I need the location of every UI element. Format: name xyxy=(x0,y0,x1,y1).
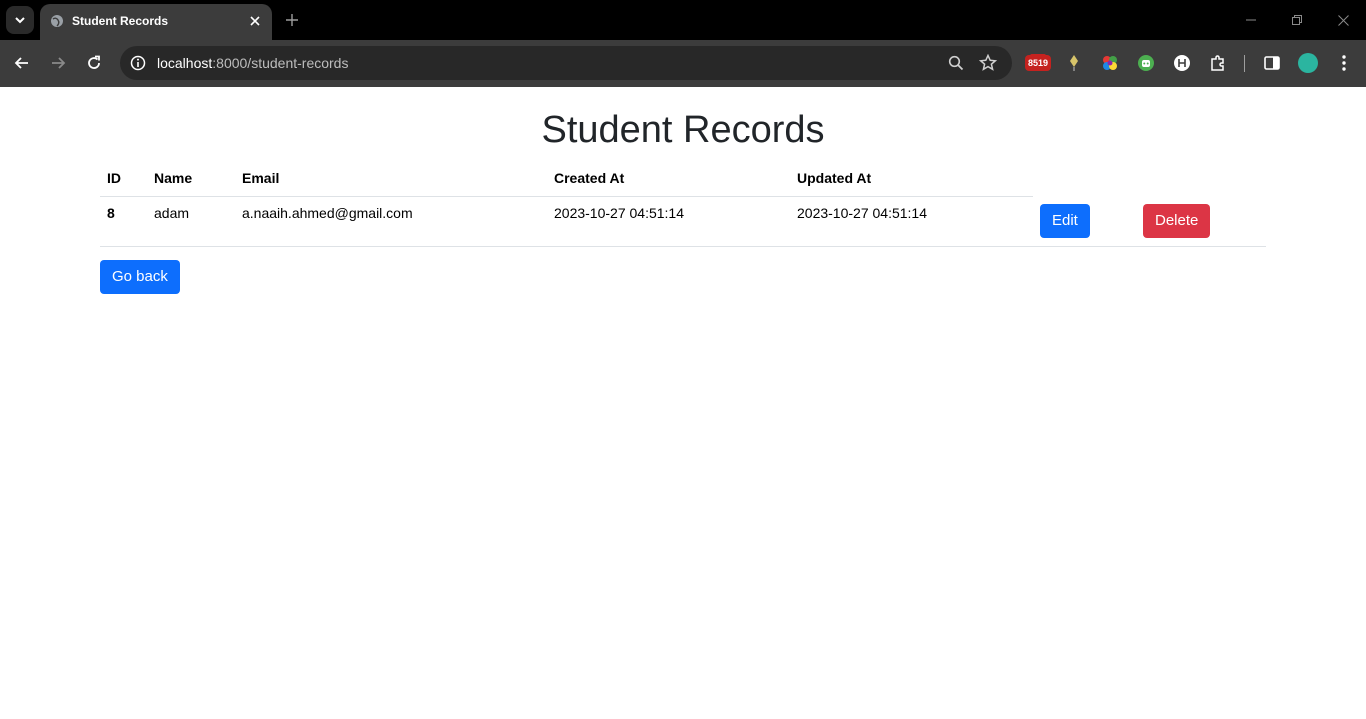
delete-button[interactable]: Delete xyxy=(1143,204,1211,238)
info-icon xyxy=(130,55,146,71)
table-header-row: ID Name Email Created At Updated At xyxy=(100,161,1266,197)
restore-button[interactable] xyxy=(1282,6,1312,34)
cell-updated-at: 2023-10-27 04:51:14 xyxy=(790,196,1033,247)
edit-button[interactable]: Edit xyxy=(1040,204,1090,238)
reload-button[interactable] xyxy=(80,49,108,77)
reload-icon xyxy=(88,55,100,69)
cell-created-at: 2023-10-27 04:51:14 xyxy=(547,196,790,247)
column-header-email: Email xyxy=(235,161,547,197)
column-header-delete xyxy=(1136,161,1266,196)
plus-icon xyxy=(286,14,298,26)
extensions-menu-button[interactable] xyxy=(1207,52,1229,74)
column-header-updated: Updated At xyxy=(790,161,1033,197)
url-text: localhost:8000/student-records xyxy=(157,55,348,71)
tab-search-button[interactable] xyxy=(6,6,34,34)
more-vertical-icon xyxy=(1342,55,1346,71)
address-bar[interactable]: localhost:8000/student-records xyxy=(120,46,1012,80)
cell-email: a.naaih.ahmed@gmail.com xyxy=(235,196,547,247)
profile-avatar[interactable] xyxy=(1298,53,1318,73)
go-back-button[interactable]: Go back xyxy=(100,260,180,294)
toolbar-separator xyxy=(1244,55,1245,72)
browser-menu-button[interactable] xyxy=(1333,52,1355,74)
arrow-left-icon xyxy=(14,57,28,69)
cell-name: adam xyxy=(147,196,235,247)
table-row: 8 adam a.naaih.ahmed@gmail.com 2023-10-2… xyxy=(100,196,1266,247)
cell-id: 8 xyxy=(100,196,147,247)
pin-icon xyxy=(1070,55,1078,71)
globe-icon xyxy=(51,15,63,27)
color-wheel-icon xyxy=(1103,56,1117,70)
close-window-button[interactable] xyxy=(1328,6,1358,34)
back-button[interactable] xyxy=(8,49,36,77)
minimize-button[interactable] xyxy=(1236,6,1266,34)
extension-color-icon[interactable] xyxy=(1099,52,1121,74)
close-icon xyxy=(1337,14,1349,26)
cell-edit: Edit xyxy=(1033,196,1136,247)
column-header-name: Name xyxy=(147,161,235,197)
page-content: Student Records ID Name Email Created At… xyxy=(0,87,1366,719)
circle-logo-icon xyxy=(1174,55,1190,71)
minimize-icon xyxy=(1246,19,1256,21)
column-header-edit xyxy=(1033,161,1136,196)
url-path: :8000/student-records xyxy=(212,55,349,71)
tab-close-button[interactable] xyxy=(246,12,264,30)
restore-icon xyxy=(1292,15,1302,25)
url-host: localhost xyxy=(157,55,213,71)
extension-pin-icon[interactable] xyxy=(1063,52,1085,74)
extension-robot-icon[interactable] xyxy=(1135,52,1157,74)
forward-button[interactable] xyxy=(44,49,72,77)
side-panel-icon xyxy=(1264,56,1280,70)
close-icon xyxy=(250,16,260,26)
site-info-button[interactable] xyxy=(128,53,148,73)
arrow-right-icon xyxy=(52,57,66,69)
browser-titlebar: Student Records xyxy=(0,0,1366,40)
browser-tab-active[interactable]: Student Records xyxy=(40,4,272,40)
side-panel-button[interactable] xyxy=(1261,52,1283,74)
magnifier-icon xyxy=(948,55,964,71)
tab-title: Student Records xyxy=(72,14,169,28)
extension-circle-icon[interactable] xyxy=(1171,52,1193,74)
puzzle-icon xyxy=(1211,55,1224,71)
zoom-button[interactable] xyxy=(946,53,966,73)
extension-badge: 8519 xyxy=(1025,55,1051,71)
new-tab-button[interactable] xyxy=(280,8,304,32)
bookmark-button[interactable] xyxy=(978,53,998,73)
star-icon xyxy=(979,54,997,71)
robot-icon xyxy=(1138,55,1154,71)
browser-toolbar: localhost:8000/student-records 8519 xyxy=(0,40,1366,87)
chevron-down-icon xyxy=(15,17,25,24)
student-records-table: ID Name Email Created At Updated At 8 ad… xyxy=(100,161,1266,247)
column-header-id: ID xyxy=(100,161,147,197)
page-title: Student Records xyxy=(541,109,825,151)
cell-delete: Delete xyxy=(1136,196,1266,247)
column-header-created: Created At xyxy=(547,161,790,197)
